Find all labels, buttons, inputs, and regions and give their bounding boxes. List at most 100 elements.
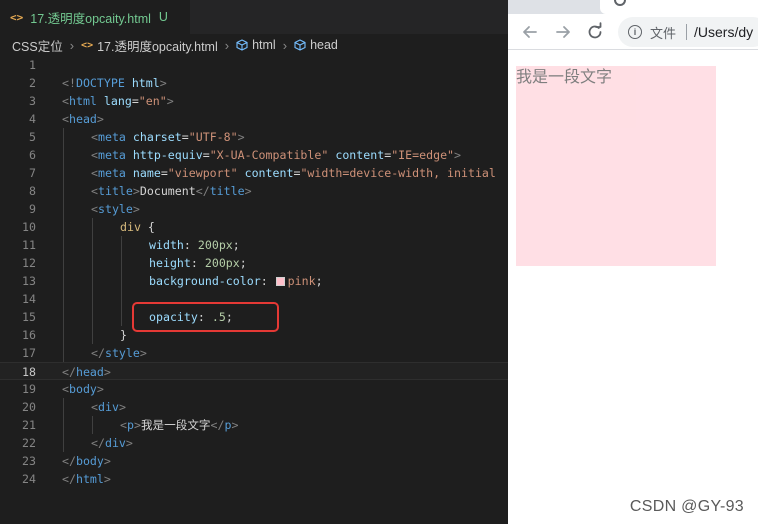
line-number: 18 <box>22 365 36 379</box>
code-line[interactable]: 2 <!DOCTYPE html> <box>0 74 508 92</box>
line-number: 13 <box>22 274 36 288</box>
line-number: 11 <box>22 238 36 252</box>
code-token: > <box>132 184 140 198</box>
editor-tab-bar: <> 17.透明度opcaity.html U <box>0 0 508 34</box>
code-line[interactable]: 21 <p>我是一段文字</p> <box>0 416 508 434</box>
indent-guide <box>121 290 122 308</box>
address-divider <box>686 24 688 40</box>
indent-guide <box>63 164 64 182</box>
code-line[interactable]: 9 <style> <box>0 200 508 218</box>
code-file-icon: <> <box>10 10 24 24</box>
breadcrumb-file[interactable]: 17.透明度opcaity.html <box>97 36 218 55</box>
code-line[interactable]: 22 </div> <box>0 434 508 452</box>
indent-guide <box>92 272 93 290</box>
line-number: 21 <box>22 418 36 432</box>
code-token: { <box>140 220 155 234</box>
address-bar[interactable]: i 文件 /Users/dy <box>618 17 758 47</box>
color-swatch-icon[interactable] <box>275 277 285 286</box>
code-line[interactable]: 8 <title>Document</title> <box>0 182 508 200</box>
forward-arrow-icon[interactable] <box>553 22 573 42</box>
code-token: > <box>103 365 111 379</box>
code-token: : <box>260 274 275 288</box>
code-line[interactable]: 11 width: 200px; <box>0 236 508 254</box>
code-line[interactable]: 5 <meta charset="UTF-8"> <box>0 128 508 146</box>
breadcrumb-folder[interactable]: CSS定位 <box>12 36 63 55</box>
code-token: > <box>118 400 126 414</box>
code-token: < <box>120 418 127 432</box>
code-text: <div> <box>91 398 126 416</box>
code-token: < <box>62 382 69 396</box>
code-line[interactable]: 18 </head> <box>0 362 508 380</box>
code-line[interactable]: 12 height: 200px; <box>0 254 508 272</box>
untracked-status-badge: U <box>158 10 168 24</box>
code-line[interactable]: 13 background-color: pink; <box>0 272 508 290</box>
info-icon[interactable]: i <box>628 25 642 39</box>
code-text: </html> <box>62 470 111 488</box>
code-token: <! <box>62 76 76 90</box>
code-text: <html lang="en"> <box>62 92 174 110</box>
indent-guide <box>63 272 64 290</box>
code-token: body <box>68 382 97 396</box>
code-token: meta <box>97 130 126 144</box>
code-token: < <box>91 400 98 414</box>
code-text: <meta http-equiv="X-UA-Compatible" conte… <box>91 146 461 164</box>
code-token: DOCTYPE <box>75 76 125 90</box>
code-line[interactable]: 1 <box>0 56 508 74</box>
code-text: </div> <box>91 434 133 452</box>
code-line[interactable]: 4 <head> <box>0 110 508 128</box>
indent-guide <box>63 200 64 218</box>
code-line[interactable]: 10 div { <box>0 218 508 236</box>
code-line[interactable]: 6 <meta http-equiv="X-UA-Compatible" cont… <box>0 146 508 164</box>
code-line[interactable]: 23 </body> <box>0 452 508 470</box>
indent-guide <box>63 398 64 416</box>
indent-guide <box>63 236 64 254</box>
code-line[interactable]: 3 <html lang="en"> <box>0 92 508 110</box>
code-token: </ <box>91 436 105 450</box>
code-token: http-equiv <box>132 148 203 162</box>
code-token: 我是一段文字 <box>140 418 211 432</box>
line-number: 8 <box>29 184 36 198</box>
code-token: 200px <box>197 238 233 252</box>
code-text: <style> <box>91 200 140 218</box>
breadcrumb-html[interactable]: html <box>252 38 276 52</box>
address-url[interactable]: /Users/dy <box>694 24 753 40</box>
code-token: </ <box>62 365 76 379</box>
line-number: 10 <box>22 220 36 234</box>
code-token: ; <box>232 238 240 252</box>
code-token: pink <box>287 274 316 288</box>
line-number: 5 <box>29 130 36 144</box>
code-token: < <box>62 112 69 126</box>
indent-guide <box>92 236 93 254</box>
browser-window: i 文件 /Users/dy 我是一段文字 CSDN @GY-93 <box>508 0 758 524</box>
code-area[interactable]: 1 2 <!DOCTYPE html> 3 <html lang="en"> 4 <head… <box>0 56 508 488</box>
breadcrumb-head[interactable]: head <box>310 38 338 52</box>
code-token: > <box>139 346 147 360</box>
code-token: "width=device-width, initial <box>300 166 496 180</box>
code-line[interactable]: 24 </html> <box>0 470 508 488</box>
code-text: </style> <box>91 344 147 362</box>
code-token: > <box>159 76 167 90</box>
code-token: < <box>91 166 98 180</box>
indent-guide <box>121 254 122 272</box>
csdn-watermark: CSDN @GY-93 <box>629 498 744 515</box>
code-token: </ <box>91 346 105 360</box>
indent-guide <box>63 290 64 308</box>
code-editor[interactable]: <> 17.透明度opcaity.html U CSS定位 › <> 17.透明… <box>0 0 508 524</box>
editor-tab[interactable]: <> 17.透明度opcaity.html U <box>0 0 190 34</box>
code-text: background-color: pink; <box>149 272 323 290</box>
code-line[interactable]: 20 <div> <box>0 398 508 416</box>
code-line[interactable]: 7 <meta name="viewport" content="width=de… <box>0 164 508 182</box>
code-text: height: 200px; <box>149 254 247 272</box>
semi-transparent-div: 我是一段文字 <box>516 66 716 266</box>
code-token: > <box>125 436 133 450</box>
code-token: ; <box>315 274 323 288</box>
code-token: Document <box>139 184 196 198</box>
reload-icon[interactable] <box>585 22 605 42</box>
code-token: = <box>160 166 168 180</box>
line-number: 23 <box>22 454 36 468</box>
code-token: 200px <box>204 256 240 270</box>
code-line[interactable]: 19 <body> <box>0 380 508 398</box>
back-arrow-icon[interactable] <box>520 22 540 42</box>
code-line[interactable]: 17 </style> <box>0 344 508 362</box>
